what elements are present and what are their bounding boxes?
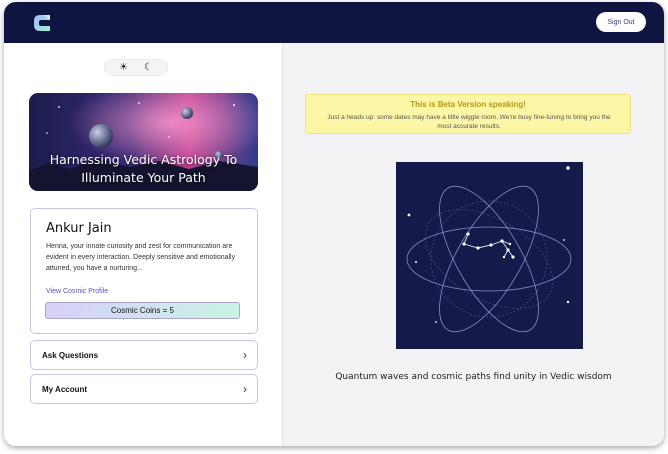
menu-item-label: My Account xyxy=(42,385,88,394)
top-bar: Sign Out xyxy=(4,2,664,43)
c-logo-icon[interactable] xyxy=(30,10,56,36)
beta-notice: This is Beta Version speaking! Just a he… xyxy=(305,94,631,134)
hero-banner: Harnessing Vedic Astrology To Illuminate… xyxy=(29,93,258,191)
cosmic-orbit-illustration xyxy=(396,162,583,349)
main-content: This is Beta Version speaking! Just a he… xyxy=(283,43,664,446)
theme-toggle[interactable]: ☀ ☾ xyxy=(104,59,168,76)
beta-notice-title: This is Beta Version speaking! xyxy=(410,100,526,109)
illustration-caption: Quantum waves and cosmic paths find unit… xyxy=(335,372,612,382)
profile-card: Ankur Jain Henna, your innate curiosity … xyxy=(30,208,258,334)
moon-icon[interactable]: ☾ xyxy=(144,62,153,73)
app-frame: Sign Out ☀ ☾ Harnessing Vedic Astrology … xyxy=(4,2,664,446)
banner-title-line-2: Illuminate Your Path xyxy=(81,170,206,185)
cosmic-coins-badge: Cosmic Coins = 5 xyxy=(45,302,240,319)
my-account-button[interactable]: My Account › xyxy=(30,374,258,404)
banner-title-line-1: Harnessing Vedic Astrology To xyxy=(49,152,238,167)
left-panel: ☀ ☾ Harnessing Vedic Astrology To Illumi… xyxy=(4,43,283,446)
profile-description: Henna, your innate curiosity and zest fo… xyxy=(46,243,236,272)
chevron-right-icon: › xyxy=(243,382,247,396)
view-cosmic-profile-link[interactable]: View Cosmic Profile xyxy=(46,288,108,295)
sun-icon[interactable]: ☀ xyxy=(119,62,128,73)
beta-notice-message: Just a heads up: some dates may have a l… xyxy=(327,114,611,130)
ask-questions-button[interactable]: Ask Questions › xyxy=(30,340,258,370)
menu-item-label: Ask Questions xyxy=(42,351,99,360)
sign-out-button[interactable]: Sign Out xyxy=(596,12,646,32)
profile-name: Ankur Jain xyxy=(46,221,112,236)
banner-title: Harnessing Vedic Astrology To Illuminate… xyxy=(29,151,258,187)
chevron-right-icon: › xyxy=(243,348,247,362)
